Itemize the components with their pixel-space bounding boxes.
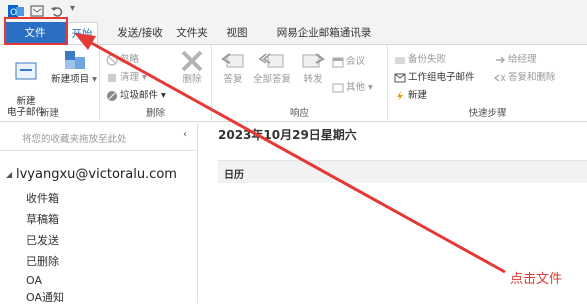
annotation-arrow (74, 33, 506, 274)
annotation-note: 点击文件 (510, 272, 563, 287)
